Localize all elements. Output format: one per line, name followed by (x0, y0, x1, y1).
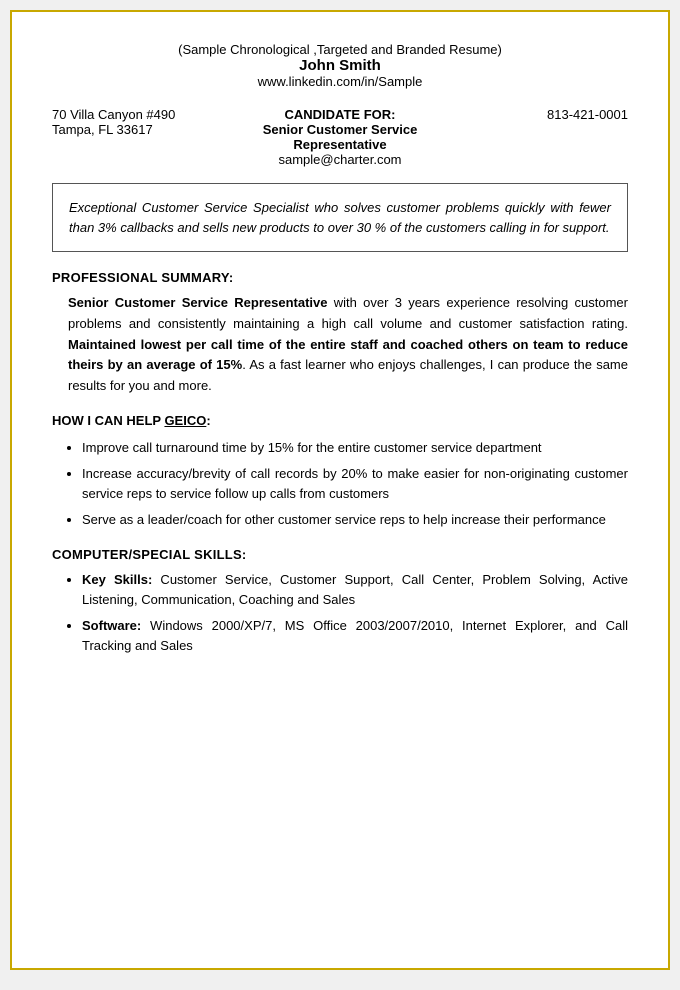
phone-number: 813-421-0001 (436, 107, 628, 122)
skills-section: COMPUTER/SPECIAL SKILLS: Key Skills: Cus… (52, 547, 628, 657)
professional-summary-section: PROFESSIONAL SUMMARY: Senior Customer Se… (52, 270, 628, 397)
software-label: Software: (82, 618, 141, 633)
candidate-email: sample@charter.com (244, 152, 436, 167)
geico-bullet-list: Improve call turnaround time by 15% for … (82, 438, 628, 531)
address-line2: Tampa, FL 33617 (52, 122, 244, 137)
key-skills-text: Customer Service, Customer Support, Call… (82, 572, 628, 607)
list-item: Key Skills: Customer Service, Customer S… (82, 570, 628, 610)
geico-heading: HOW I CAN HELP GEICO: (52, 413, 628, 428)
software-text: Windows 2000/XP/7, MS Office 2003/2007/2… (82, 618, 628, 653)
resume-type-label: (Sample Chronological ,Targeted and Bran… (52, 42, 628, 57)
geico-section: HOW I CAN HELP GEICO: Improve call turna… (52, 413, 628, 531)
geico-heading-pre: HOW I CAN HELP (52, 413, 164, 428)
list-item: Improve call turnaround time by 15% for … (82, 438, 628, 458)
list-item: Serve as a leader/coach for other custom… (82, 510, 628, 530)
professional-summary-heading: PROFESSIONAL SUMMARY: (52, 270, 628, 285)
candidate-name: John Smith (52, 57, 628, 74)
geico-heading-post: : (206, 413, 210, 428)
candidate-for-label: CANDIDATE FOR: (244, 107, 436, 122)
candidate-position: Senior Customer Service Representative (244, 122, 436, 152)
key-skills-label: Key Skills: (82, 572, 152, 587)
contact-section: 70 Villa Canyon #490 Tampa, FL 33617 CAN… (52, 107, 628, 167)
geico-company-name: GEICO (164, 413, 206, 428)
list-item: Increase accuracy/brevity of call record… (82, 464, 628, 504)
address-line1: 70 Villa Canyon #490 (52, 107, 244, 122)
skills-list: Key Skills: Customer Service, Customer S… (82, 570, 628, 657)
list-item: Software: Windows 2000/XP/7, MS Office 2… (82, 616, 628, 656)
professional-summary-body: Senior Customer Service Representative w… (68, 293, 628, 397)
contact-address: 70 Villa Canyon #490 Tampa, FL 33617 (52, 107, 244, 137)
summary-text: Exceptional Customer Service Specialist … (69, 198, 611, 237)
linkedin-url: www.linkedin.com/in/Sample (52, 74, 628, 89)
header: (Sample Chronological ,Targeted and Bran… (52, 42, 628, 89)
skills-heading: COMPUTER/SPECIAL SKILLS: (52, 547, 628, 562)
position-title-bold: Senior Customer Service Representative (68, 295, 327, 310)
summary-box: Exceptional Customer Service Specialist … (52, 183, 628, 252)
contact-middle: CANDIDATE FOR: Senior Customer Service R… (244, 107, 436, 167)
contact-phone: 813-421-0001 (436, 107, 628, 122)
resume-page: (Sample Chronological ,Targeted and Bran… (10, 10, 670, 970)
